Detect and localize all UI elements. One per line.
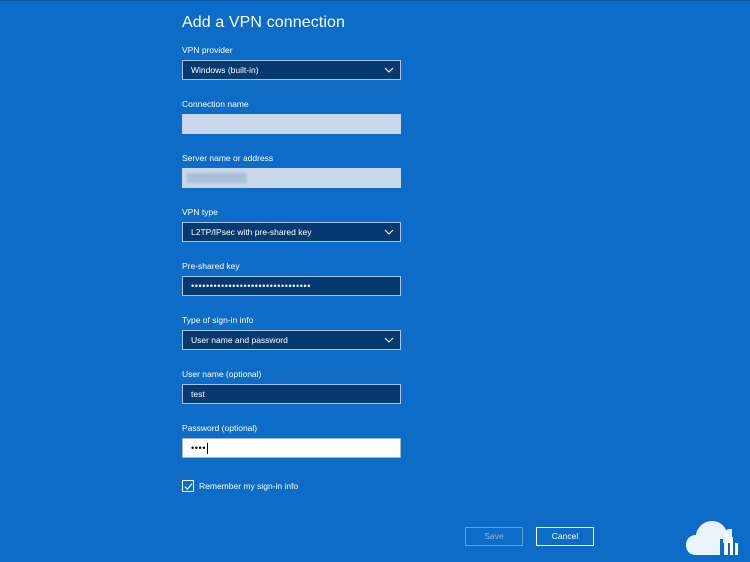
pre-shared-key-label: Pre-shared key [182,261,240,271]
pre-shared-key-input[interactable]: •••••••••••••••••••••••••••••••• [182,276,401,296]
remember-sign-in-label: Remember my sign-in info [199,481,299,491]
vpn-provider-label: VPN provider [182,45,233,55]
user-name-input[interactable]: test [182,384,401,404]
redacted-value [187,173,247,183]
user-name-label: User name (optional) [182,369,262,379]
chevron-down-icon [384,67,394,73]
checkmark-icon [184,483,193,491]
dialog-title: Add a VPN connection [182,14,345,31]
vpn-provider-select[interactable]: Windows (built-in) [182,60,401,80]
chevron-down-icon [384,337,394,343]
pre-shared-key-value: •••••••••••••••••••••••••••••••• [191,281,312,291]
text-caret [207,443,209,455]
cloud-logo [686,521,738,555]
checkbox-box[interactable] [182,480,194,492]
connection-name-label: Connection name [182,99,249,109]
chevron-down-icon [384,229,394,235]
connection-name-input[interactable] [182,114,401,134]
vpn-type-label: VPN type [182,207,218,217]
user-name-value: test [191,389,205,399]
vpn-provider-value: Windows (built-in) [191,65,259,75]
remember-sign-in-checkbox[interactable]: Remember my sign-in info [182,479,298,493]
sign-in-type-value: User name and password [191,335,288,345]
server-name-label: Server name or address [182,153,274,163]
password-input[interactable]: •••• [182,438,401,458]
cancel-button[interactable]: Cancel [536,527,594,546]
password-label: Password (optional) [182,423,258,433]
vpn-type-value: L2TP/IPsec with pre-shared key [191,227,312,237]
sign-in-type-select[interactable]: User name and password [182,330,401,350]
vpn-type-select[interactable]: L2TP/IPsec with pre-shared key [182,222,401,242]
sign-in-type-label: Type of sign-in info [182,315,254,325]
server-name-input[interactable] [182,168,401,188]
save-button[interactable]: Save [465,527,523,546]
top-border [0,0,750,1]
password-value: •••• [191,443,209,455]
